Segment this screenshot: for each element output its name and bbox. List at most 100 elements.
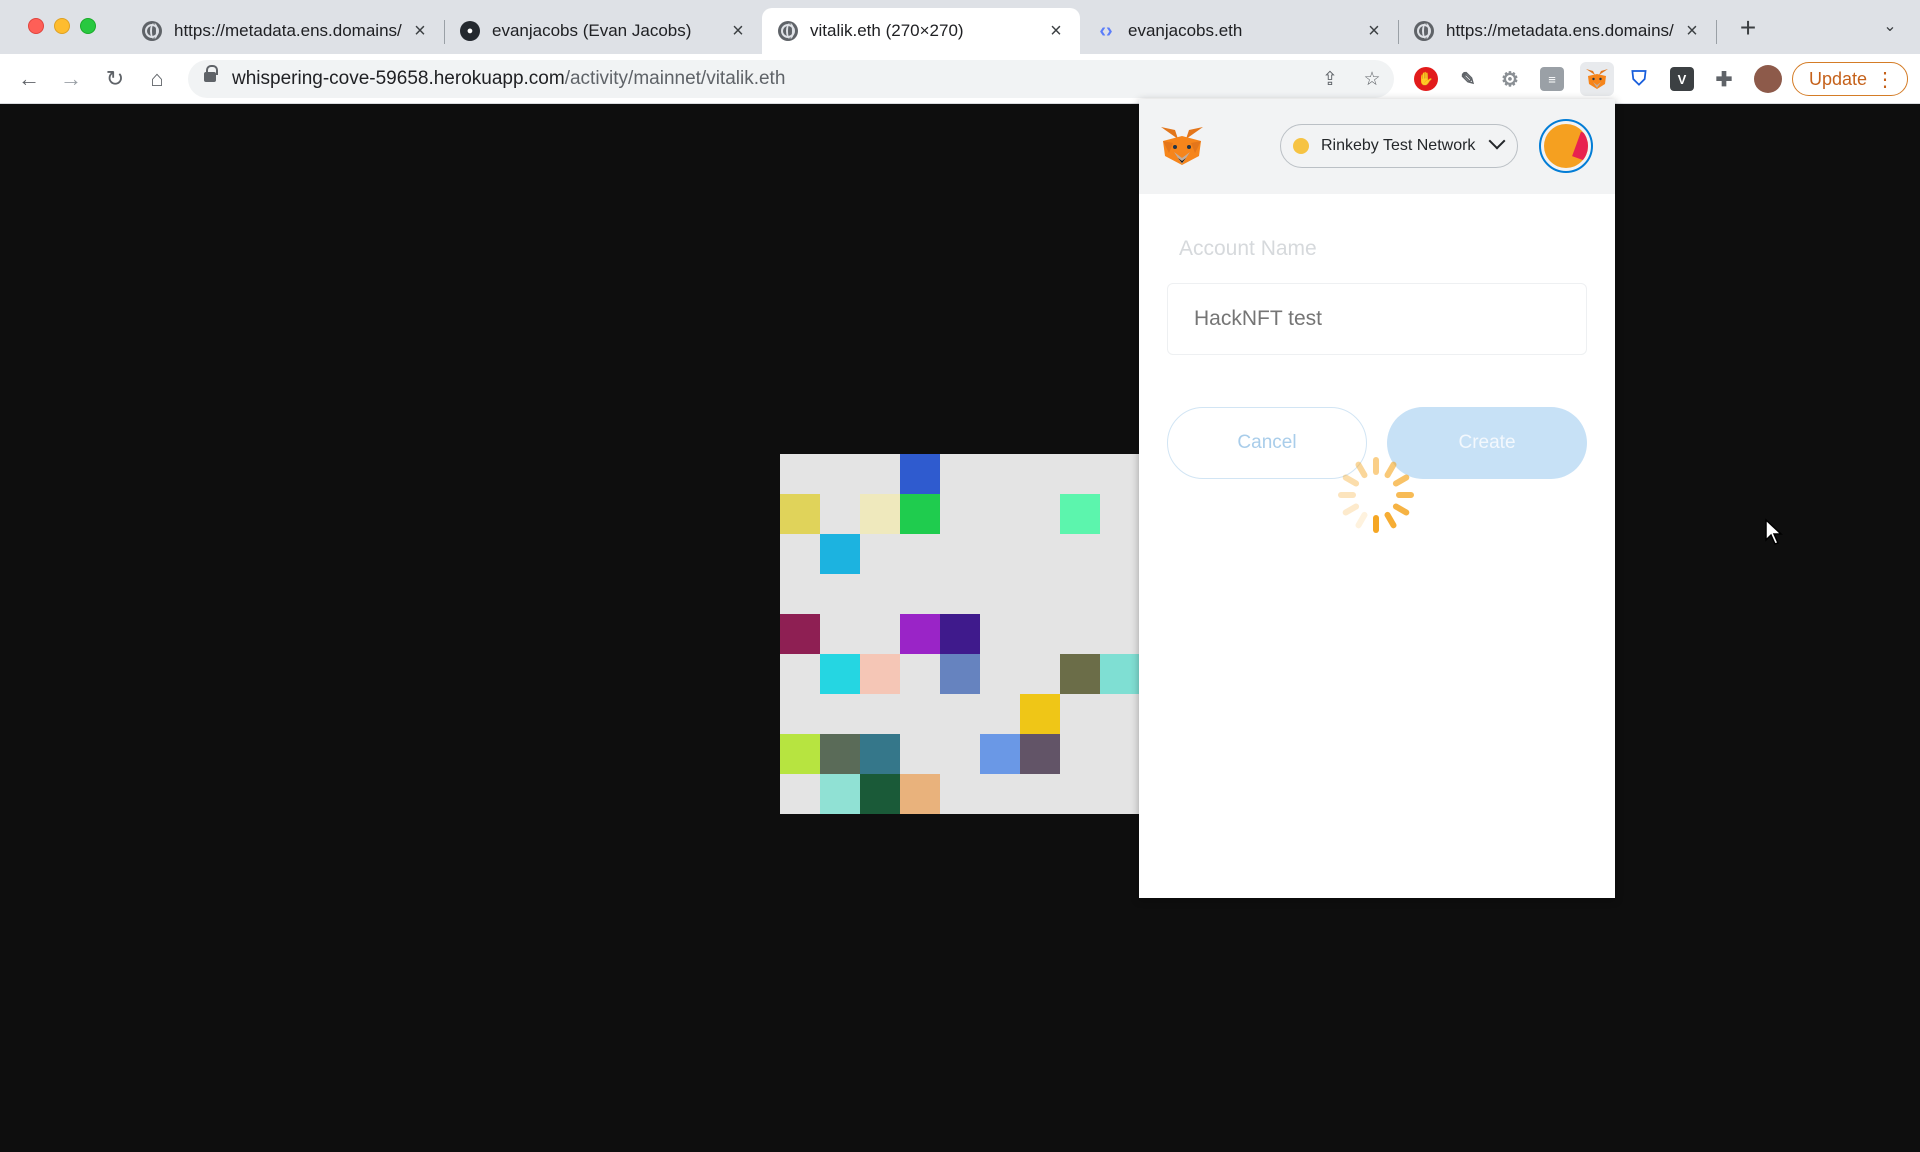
identicon-cell [820,654,860,694]
identicon-cell [900,614,940,654]
identicon-cell [900,454,940,494]
identicon-cell [780,494,820,534]
spinner-spoke [1342,503,1360,516]
spinner-spoke [1373,457,1379,475]
more-menu-icon[interactable]: ⋮ [1875,67,1895,92]
close-tab-icon[interactable]: × [410,20,430,42]
identicon-cell [900,494,940,534]
identicon-cell [860,494,900,534]
bitwarden-extension-icon[interactable]: ⛉ [1627,67,1651,91]
tab-title: https://metadata.ens.domains/mainnet/ [1446,21,1674,40]
gear-extension-icon[interactable]: ⚙ [1498,67,1522,91]
identicon-cell [860,774,900,814]
share-icon[interactable]: ⇪ [1319,68,1341,90]
tab-ens-metadata-2[interactable]: https://metadata.ens.domains/mainnet/ × [1398,8,1716,54]
identicon-cell [900,774,940,814]
identicon-cell [820,774,860,814]
close-tab-icon[interactable]: × [1046,20,1066,42]
tab-title: evanjacobs.eth [1128,21,1243,40]
spinner-spoke [1342,474,1360,487]
update-button[interactable]: Update ⋮ [1792,62,1908,96]
tab-title: vitalik.eth (270×270) [810,21,964,40]
identicon-cell [1020,694,1060,734]
spinner-spoke [1355,461,1368,479]
identicon-cell [1020,734,1060,774]
tab-github[interactable]: ● evanjacobs (Evan Jacobs) × [444,8,762,54]
bookmark-star-icon[interactable]: ☆ [1361,68,1383,90]
extensions-puzzle-icon[interactable]: ✚ [1712,67,1736,91]
reload-icon[interactable]: ↻ [100,64,130,94]
identicon-cell [780,614,820,654]
tab-search-chevron-icon[interactable]: ⌄ [1878,16,1902,40]
back-arrow-icon[interactable]: ← [14,64,44,94]
github-icon: ● [460,21,480,41]
mouse-cursor-icon [1765,518,1783,545]
identicon-image [780,454,1140,814]
identicon-cell [980,734,1020,774]
identicon-cell [820,534,860,574]
edit-extension-icon[interactable]: ✎ [1456,67,1480,91]
metamask-header: Rinkeby Test Network [1139,99,1615,194]
browser-toolbar: ← → ↻ ⌂ whispering-cove-59658.herokuapp.… [0,54,1920,104]
tab-title: https://metadata.ens.domains/mainnet/ [174,21,402,40]
network-label: Rinkeby Test Network [1321,137,1476,154]
spinner-spoke [1384,511,1397,529]
cancel-label: Cancel [1237,432,1297,453]
chevron-down-icon [1488,132,1506,150]
identicon-cell [940,654,980,694]
page-content [0,104,1920,1152]
tab-vitalik-active[interactable]: vitalik.eth (270×270) × [762,8,1080,54]
close-tab-icon[interactable]: × [1682,20,1702,42]
spinner-spoke [1338,492,1356,498]
identicon-cell [940,614,980,654]
spinner-spoke [1392,503,1410,516]
close-tab-icon[interactable]: × [728,20,748,42]
close-tab-icon[interactable]: × [1364,20,1384,42]
network-selector[interactable]: Rinkeby Test Network [1280,124,1518,168]
identicon-cell [1100,654,1140,694]
address-bar[interactable]: whispering-cove-59658.herokuapp.com/acti… [188,60,1394,98]
spinner-spoke [1396,492,1414,498]
url-path: /activity/mainnet/vitalik.eth [564,68,786,89]
adblock-extension-icon[interactable]: ✋ [1414,67,1438,91]
account-avatar[interactable] [1539,119,1593,173]
tab-ens-evanjacobs[interactable]: ‹› evanjacobs.eth × [1080,8,1398,54]
v-extension-icon[interactable]: V [1670,67,1694,91]
lock-icon[interactable] [204,65,218,82]
ens-icon: ‹› [1099,19,1113,42]
profile-avatar[interactable] [1754,65,1782,93]
identicon-cell [1060,654,1100,694]
identicon-cell [860,654,900,694]
globe-icon [1414,21,1434,41]
home-icon[interactable]: ⌂ [142,64,172,94]
metamask-extension-icon[interactable] [1580,62,1614,96]
loading-spinner-icon [1338,457,1414,533]
url-text[interactable]: whispering-cove-59658.herokuapp.com/acti… [232,68,785,90]
update-label: Update [1809,68,1868,89]
tab-ens-metadata-1[interactable]: https://metadata.ens.domains/mainnet/ × [126,8,444,54]
network-status-dot [1293,138,1309,154]
spinner-spoke [1373,515,1379,533]
account-name-label: Account Name [1179,237,1317,260]
new-tab-button[interactable]: + [1734,14,1762,42]
identicon-cell [780,734,820,774]
account-name-input[interactable] [1167,283,1587,355]
menu-extension-icon[interactable]: ≡ [1540,67,1564,91]
maximize-window-button[interactable] [80,18,96,34]
create-label: Create [1458,432,1516,453]
close-window-button[interactable] [28,18,44,34]
spinner-spoke [1392,474,1410,487]
url-host: whispering-cove-59658.herokuapp.com [232,68,565,89]
forward-arrow-icon[interactable]: → [56,64,86,94]
tab-separator [1716,20,1717,44]
create-button[interactable]: Create [1387,407,1587,479]
identicon-cell [860,734,900,774]
metamask-fox-icon[interactable] [1159,125,1205,167]
identicon-cell [1060,494,1100,534]
minimize-window-button[interactable] [54,18,70,34]
spinner-spoke [1355,511,1368,529]
globe-icon [778,21,798,41]
globe-icon [142,21,162,41]
tab-title: evanjacobs (Evan Jacobs) [492,21,692,40]
tab-strip: https://metadata.ens.domains/mainnet/ × … [0,0,1920,54]
